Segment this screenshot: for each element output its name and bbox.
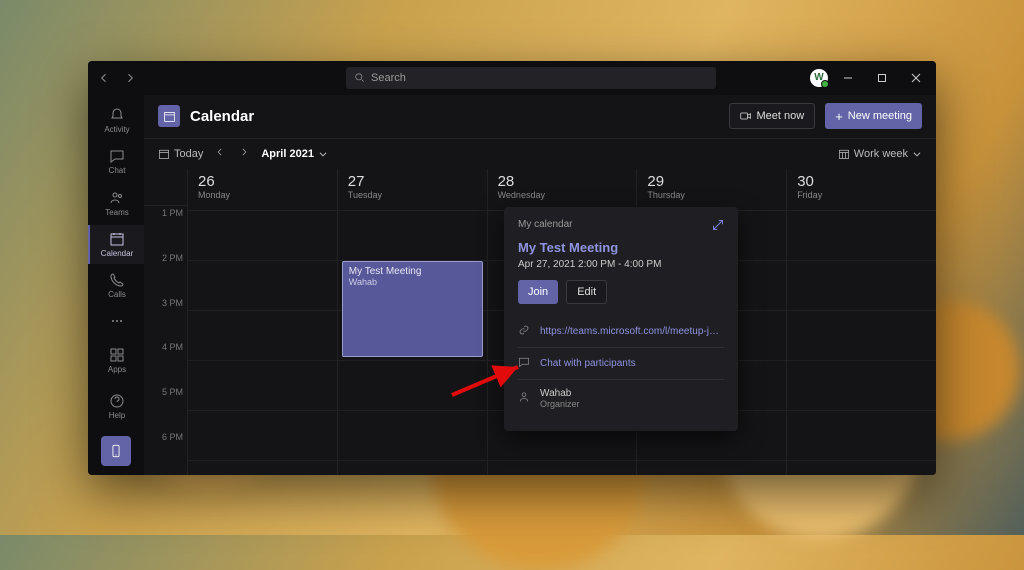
activity-icon [109,107,125,123]
teams-icon [109,190,125,206]
back-button[interactable] [94,68,114,88]
calendar-event[interactable]: My Test Meeting Wahab [342,261,483,357]
organizer-role: Organizer [540,399,580,409]
rail-label: Calls [108,290,126,299]
forward-button[interactable] [120,68,140,88]
maximize-button[interactable] [868,64,896,92]
event-organizer: Wahab [349,277,476,287]
next-week-button[interactable] [237,147,251,160]
rail-label: Chat [109,166,126,175]
page-title: Calendar [190,108,254,125]
rail-item-calls[interactable]: Calls [88,266,144,305]
app-window: Search W Activity Chat Teams Calendar [88,61,936,475]
popover-source: My calendar [518,219,572,230]
minimize-button[interactable] [834,64,862,92]
hour-label: 6 PM [144,430,187,475]
titlebar: Search W [88,61,936,95]
rail-item-apps[interactable]: Apps [88,338,144,382]
popover-title: My Test Meeting [518,240,724,255]
meet-now-label: Meet now [757,110,805,122]
rail-item-calendar[interactable]: Calendar [88,225,144,264]
view-picker[interactable]: Work week [838,148,922,160]
link-icon [518,324,532,339]
help-icon [109,393,125,409]
rail-label: Help [109,411,125,420]
search-placeholder: Search [371,72,406,84]
today-button[interactable]: Today [158,148,203,160]
event-title: My Test Meeting [349,266,476,277]
hour-label: 3 PM [144,296,187,341]
event-popover: My calendar My Test Meeting Apr 27, 2021… [504,207,738,431]
main-content: Calendar Meet now + New meeting Today [144,95,936,475]
today-label: Today [174,148,203,160]
chat-icon [518,356,532,371]
chevron-down-icon [318,149,328,159]
more-icon [109,313,125,329]
organizer-name: Wahab [540,388,571,399]
hour-label: 5 PM [144,385,187,430]
search-icon [354,72,365,83]
prev-week-button[interactable] [213,147,227,160]
close-button[interactable] [902,64,930,92]
meeting-link-row[interactable]: https://teams.microsoft.com/l/meetup-joi… [518,316,724,347]
new-meeting-button[interactable]: + New meeting [825,103,922,129]
hour-label: 4 PM [144,340,187,385]
rail-item-teams[interactable]: Teams [88,183,144,222]
day-header[interactable]: 26Monday [188,169,338,210]
day-header[interactable]: 27Tuesday [338,169,488,210]
day-header[interactable]: 29Thursday [637,169,787,210]
chevron-down-icon [912,149,922,159]
app-rail: Activity Chat Teams Calendar Calls [88,95,144,475]
person-icon [518,391,532,406]
phone-icon [109,444,123,458]
calendar-slots: My Test Meeting Wahab [188,211,936,475]
month-label: April 2021 [261,148,314,160]
hour-label: 1 PM [144,206,187,251]
rail-item-chat[interactable]: Chat [88,142,144,181]
meet-now-button[interactable]: Meet now [729,103,816,129]
day-headers: 26Monday 27Tuesday 28Wednesday 29Thursda… [188,169,936,211]
new-meeting-label: New meeting [848,110,912,122]
meeting-link-text: https://teams.microsoft.com/l/meetup-joi… [540,326,724,337]
rail-label: Teams [105,208,129,217]
expand-icon [712,219,724,231]
search-input[interactable]: Search [346,67,716,89]
popover-expand-button[interactable] [712,219,724,234]
month-picker[interactable]: April 2021 [261,148,328,160]
profile-avatar[interactable]: W [810,69,828,87]
rail-label: Calendar [101,249,133,258]
day-header[interactable]: 30Friday [787,169,936,210]
join-button[interactable]: Join [518,280,558,304]
calendar-view-icon [838,148,850,160]
calls-icon [109,272,125,288]
rail-label: Activity [104,125,129,134]
calendar-toolbar: Today April 2021 Work week [144,139,936,169]
page-header: Calendar Meet now + New meeting [144,95,936,139]
view-label: Work week [854,148,908,160]
video-icon [740,110,752,122]
rail-label: Apps [108,365,126,374]
rail-item-help[interactable]: Help [88,384,144,428]
day-header[interactable]: 28Wednesday [488,169,638,210]
popover-time: Apr 27, 2021 2:00 PM - 4:00 PM [518,259,724,270]
today-icon [158,148,170,160]
calendar-grid: 1 PM 2 PM 3 PM 4 PM 5 PM 6 PM 26Monday 2… [144,169,936,475]
day-column[interactable] [787,211,936,475]
hour-label: 2 PM [144,251,187,296]
apps-icon [109,347,125,363]
calendar-icon [109,231,125,247]
edit-button[interactable]: Edit [566,280,607,304]
calendar-app-icon [158,105,180,127]
organizer-row: Wahab Organizer [518,379,724,417]
plus-icon: + [835,110,843,123]
day-column[interactable] [188,211,338,475]
rail-item-activity[interactable]: Activity [88,101,144,140]
rail-item-more[interactable] [88,308,144,335]
chat-participants-label: Chat with participants [540,358,636,369]
mobile-button[interactable] [101,436,131,466]
chat-icon [109,148,125,164]
chat-participants-row[interactable]: Chat with participants [518,347,724,379]
day-column[interactable]: My Test Meeting Wahab [338,211,488,475]
